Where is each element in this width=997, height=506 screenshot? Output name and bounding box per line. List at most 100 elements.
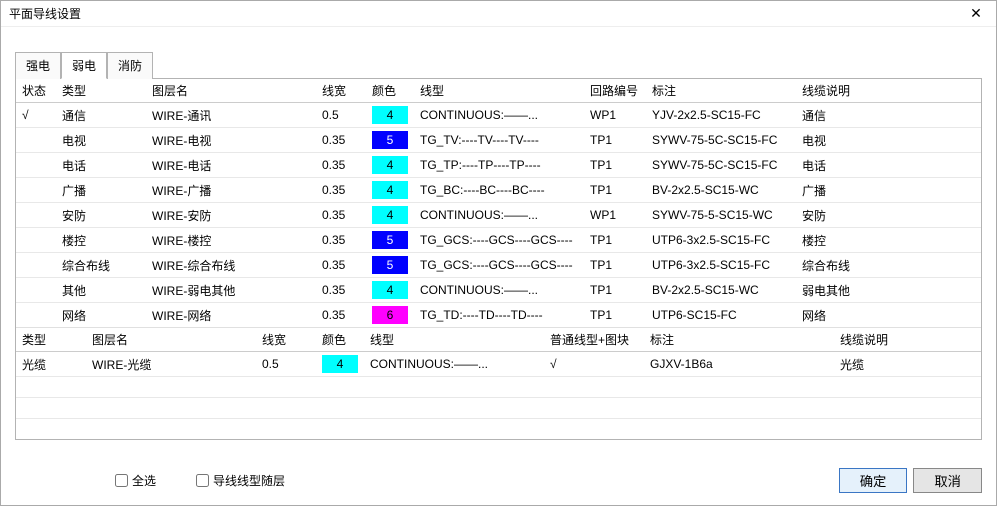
cell-loop[interactable]: TP1 xyxy=(584,178,646,203)
close-icon[interactable]: ✕ xyxy=(964,5,988,23)
cell-type[interactable]: 楼控 xyxy=(56,228,146,253)
col-layer[interactable]: 图层名 xyxy=(86,328,256,352)
col-note[interactable]: 标注 xyxy=(646,79,796,103)
table-row[interactable]: √通信WIRE-通讯0.54CONTINUOUS:——...WP1YJV-2x2… xyxy=(16,103,981,128)
cell-status[interactable] xyxy=(16,203,56,228)
cell-color[interactable]: 4 xyxy=(366,103,414,128)
cell-note[interactable]: UTP6-SC15-FC xyxy=(646,303,796,328)
cell-type[interactable]: 其他 xyxy=(56,278,146,303)
checkbox-input[interactable] xyxy=(115,474,128,487)
table-row[interactable]: 其他WIRE-弱电其他0.354CONTINUOUS:——...TP1BV-2x… xyxy=(16,278,981,303)
cancel-button[interactable]: 取消 xyxy=(913,468,982,493)
cell-type[interactable]: 综合布线 xyxy=(56,253,146,278)
table-row-empty[interactable] xyxy=(16,398,981,419)
cell-ltype[interactable]: TG_TP:----TP----TP---- xyxy=(414,153,584,178)
cell-width[interactable]: 0.35 xyxy=(316,178,366,203)
cell-desc[interactable]: 网络 xyxy=(796,303,981,328)
cell-color[interactable]: 4 xyxy=(366,203,414,228)
col-note[interactable]: 标注 xyxy=(644,328,834,352)
cell-color[interactable]: 4 xyxy=(366,153,414,178)
cell-color[interactable]: 4 xyxy=(366,278,414,303)
table-row[interactable]: 电视WIRE-电视0.355TG_TV:----TV----TV----TP1S… xyxy=(16,128,981,153)
cell-desc[interactable]: 综合布线 xyxy=(796,253,981,278)
cell-type[interactable]: 电话 xyxy=(56,153,146,178)
cell-ltype[interactable]: TG_GCS:----GCS----GCS---- xyxy=(414,228,584,253)
cell-desc[interactable]: 安防 xyxy=(796,203,981,228)
table-row[interactable]: 楼控WIRE-楼控0.355TG_GCS:----GCS----GCS----T… xyxy=(16,228,981,253)
cell-loop[interactable]: TP1 xyxy=(584,253,646,278)
cell-width[interactable]: 0.5 xyxy=(316,103,366,128)
cell-ltype[interactable]: TG_TD:----TD----TD---- xyxy=(414,303,584,328)
cell-layer[interactable]: WIRE-楼控 xyxy=(146,228,316,253)
table-row-empty[interactable] xyxy=(16,377,981,398)
cell-loop[interactable]: TP1 xyxy=(584,278,646,303)
col-type[interactable]: 类型 xyxy=(56,79,146,103)
table-row[interactable]: 综合布线WIRE-综合布线0.355TG_GCS:----GCS----GCS-… xyxy=(16,253,981,278)
main-table-wrap[interactable]: 状态 类型 图层名 线宽 颜色 线型 回路编号 标注 线缆说明 √通信WIRE-… xyxy=(16,79,981,328)
checkbox-input[interactable] xyxy=(196,474,209,487)
cell-ltype[interactable]: CONTINUOUS:——... xyxy=(414,103,584,128)
col-width[interactable]: 线宽 xyxy=(256,328,316,352)
cell-color[interactable]: 5 xyxy=(366,128,414,153)
cell-loop[interactable]: TP1 xyxy=(584,228,646,253)
cell-layer[interactable]: WIRE-通讯 xyxy=(146,103,316,128)
col-status[interactable]: 状态 xyxy=(16,79,56,103)
cell-note[interactable]: GJXV-1B6a xyxy=(644,352,834,377)
cell-color[interactable]: 4 xyxy=(366,178,414,203)
cell-type[interactable]: 安防 xyxy=(56,203,146,228)
checkbox-select-all[interactable]: 全选 xyxy=(115,472,156,489)
cell-status[interactable] xyxy=(16,128,56,153)
cell-status[interactable] xyxy=(16,153,56,178)
cell-note[interactable]: SYWV-75-5C-SC15-FC xyxy=(646,153,796,178)
tab-weak[interactable]: 弱电 xyxy=(61,52,107,79)
col-ltype[interactable]: 线型 xyxy=(364,328,544,352)
tab-strong[interactable]: 强电 xyxy=(15,52,61,79)
cell-loop[interactable]: TP1 xyxy=(584,128,646,153)
ok-button[interactable]: 确定 xyxy=(839,468,908,493)
cell-layer[interactable]: WIRE-网络 xyxy=(146,303,316,328)
checkbox-layer-follow[interactable]: 导线线型随层 xyxy=(196,472,285,489)
cell-color[interactable]: 5 xyxy=(366,228,414,253)
cell-desc[interactable]: 广播 xyxy=(796,178,981,203)
table-row-empty[interactable] xyxy=(16,419,981,440)
cell-ltype[interactable]: TG_TV:----TV----TV---- xyxy=(414,128,584,153)
cell-ltype[interactable]: TG_GCS:----GCS----GCS---- xyxy=(414,253,584,278)
cell-width[interactable]: 0.35 xyxy=(316,203,366,228)
cell-loop[interactable]: WP1 xyxy=(584,103,646,128)
cell-layer[interactable]: WIRE-广播 xyxy=(146,178,316,203)
cell-layer[interactable]: WIRE-电话 xyxy=(146,153,316,178)
cell-layer[interactable]: WIRE-弱电其他 xyxy=(146,278,316,303)
col-color[interactable]: 颜色 xyxy=(366,79,414,103)
col-layer[interactable]: 图层名 xyxy=(146,79,316,103)
cell-width[interactable]: 0.5 xyxy=(256,352,316,377)
cell-desc[interactable]: 通信 xyxy=(796,103,981,128)
cell-ltype[interactable]: TG_BC:----BC----BC---- xyxy=(414,178,584,203)
col-width[interactable]: 线宽 xyxy=(316,79,366,103)
col-loop[interactable]: 回路编号 xyxy=(584,79,646,103)
col-block[interactable]: 普通线型+图块 xyxy=(544,328,644,352)
cell-color[interactable]: 4 xyxy=(316,352,364,377)
cell-ltype[interactable]: CONTINUOUS:——... xyxy=(414,278,584,303)
cell-width[interactable]: 0.35 xyxy=(316,128,366,153)
cell-status[interactable] xyxy=(16,178,56,203)
col-type[interactable]: 类型 xyxy=(16,328,86,352)
table-row[interactable]: 安防WIRE-安防0.354CONTINUOUS:——...WP1SYWV-75… xyxy=(16,203,981,228)
cell-status[interactable]: √ xyxy=(16,103,56,128)
cell-type[interactable]: 网络 xyxy=(56,303,146,328)
sub-table-wrap[interactable]: 类型 图层名 线宽 颜色 线型 普通线型+图块 标注 线缆说明 光缆WIRE-光… xyxy=(16,328,981,439)
cell-status[interactable] xyxy=(16,253,56,278)
cell-loop[interactable]: TP1 xyxy=(584,153,646,178)
cell-type[interactable]: 光缆 xyxy=(16,352,86,377)
cell-color[interactable]: 6 xyxy=(366,303,414,328)
table-row[interactable]: 电话WIRE-电话0.354TG_TP:----TP----TP----TP1S… xyxy=(16,153,981,178)
cell-note[interactable]: SYWV-75-5C-SC15-FC xyxy=(646,128,796,153)
cell-note[interactable]: BV-2x2.5-SC15-WC xyxy=(646,278,796,303)
cell-status[interactable] xyxy=(16,303,56,328)
col-color[interactable]: 颜色 xyxy=(316,328,364,352)
cell-loop[interactable]: WP1 xyxy=(584,203,646,228)
cell-loop[interactable]: TP1 xyxy=(584,303,646,328)
cell-layer[interactable]: WIRE-电视 xyxy=(146,128,316,153)
cell-desc[interactable]: 楼控 xyxy=(796,228,981,253)
cell-desc[interactable]: 弱电其他 xyxy=(796,278,981,303)
cell-ltype[interactable]: CONTINUOUS:——... xyxy=(414,203,584,228)
